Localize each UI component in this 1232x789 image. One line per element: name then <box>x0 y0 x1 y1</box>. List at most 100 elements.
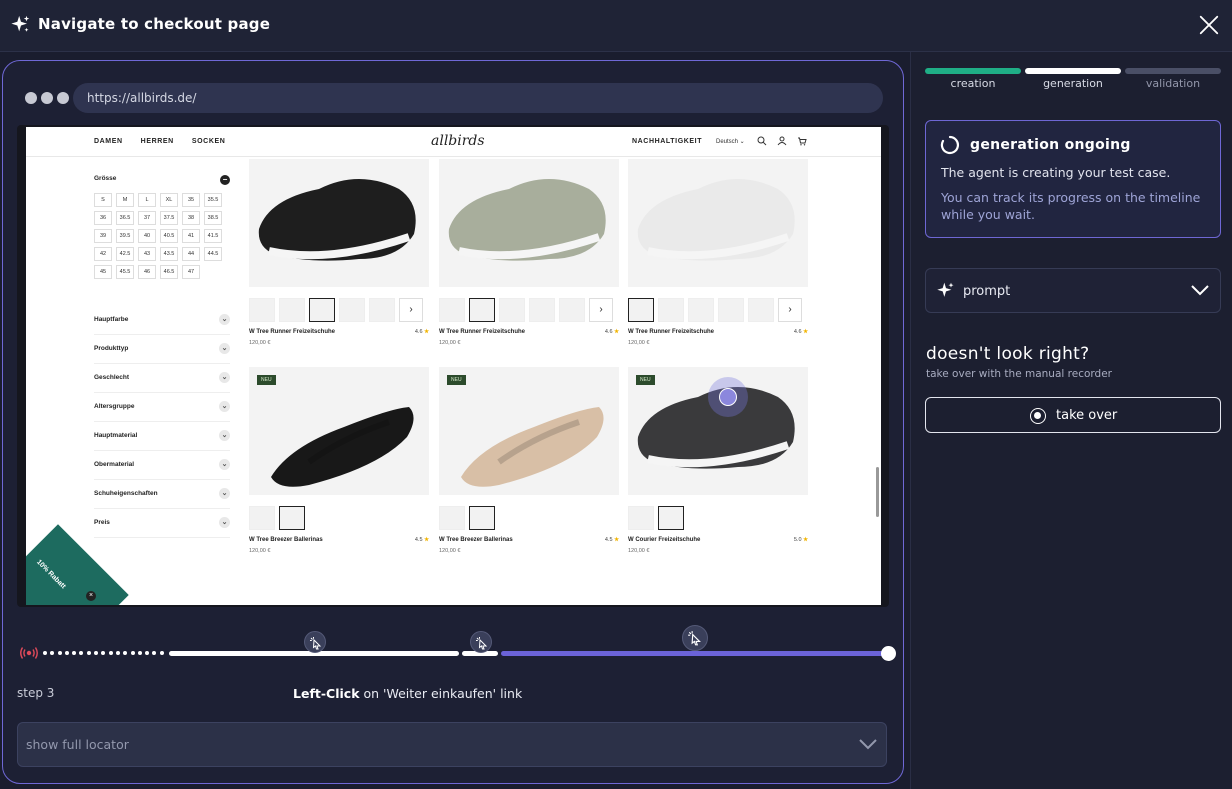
color-swatch[interactable] <box>658 506 684 530</box>
chevron-right-icon[interactable]: › <box>399 298 423 322</box>
size-option[interactable]: 40.5 <box>160 229 178 243</box>
size-option[interactable]: 38.5 <box>204 211 222 225</box>
timeline-active-segment[interactable] <box>501 651 887 656</box>
size-option[interactable]: XL <box>160 193 178 207</box>
nav-link-socken[interactable]: SOCKEN <box>192 138 226 145</box>
timeline-dot[interactable] <box>57 651 62 655</box>
size-option[interactable]: S <box>94 193 112 207</box>
color-swatch[interactable] <box>279 298 305 322</box>
collapse-icon[interactable]: − <box>220 175 230 185</box>
product-name[interactable]: W Tree Breezer Ballerinas <box>249 537 323 543</box>
color-swatch[interactable] <box>718 298 744 322</box>
size-option[interactable]: 38 <box>182 211 200 225</box>
chevron-right-icon[interactable]: › <box>589 298 613 322</box>
filter-facet[interactable]: Hauptmaterial ⌄ <box>94 423 230 451</box>
timeline-dot[interactable] <box>72 651 77 655</box>
nav-link-herren[interactable]: HERREN <box>141 138 174 145</box>
size-option[interactable]: 41.5 <box>204 229 222 243</box>
color-swatch[interactable] <box>249 298 275 322</box>
color-swatch[interactable] <box>658 298 684 322</box>
size-option[interactable]: 43 <box>138 247 156 261</box>
color-swatch[interactable] <box>529 298 555 322</box>
size-option[interactable]: 44 <box>182 247 200 261</box>
cart-icon[interactable] <box>797 136 807 146</box>
color-swatch[interactable] <box>249 506 275 530</box>
take-over-button[interactable]: take over <box>925 397 1221 433</box>
promo-close-icon[interactable]: × <box>86 591 96 601</box>
timeline-dot[interactable] <box>152 651 157 655</box>
product-name[interactable]: W Tree Breezer Ballerinas <box>439 537 513 543</box>
timeline-dot[interactable] <box>94 651 99 655</box>
timeline-dot[interactable] <box>50 651 55 655</box>
show-locator-dropdown[interactable]: show full locator <box>17 722 887 767</box>
product-name[interactable]: W Courier Freizeitschuhe <box>628 537 700 543</box>
timeline-dot[interactable] <box>130 651 135 655</box>
site-logo[interactable]: allbirds <box>431 133 485 149</box>
product-name[interactable]: W Tree Runner Freizeitschuhe <box>439 329 525 335</box>
search-icon[interactable] <box>757 136 767 146</box>
size-option[interactable]: 42.5 <box>116 247 134 261</box>
timeline-dot[interactable] <box>43 651 47 655</box>
timeline-dot[interactable] <box>86 651 91 655</box>
size-option[interactable]: 36.5 <box>116 211 134 225</box>
size-option[interactable]: 35.5 <box>204 193 222 207</box>
account-icon[interactable] <box>777 136 787 146</box>
nav-link-nachhaltigkeit[interactable]: NACHHALTIGKEIT <box>632 138 702 145</box>
size-option[interactable]: M <box>116 193 134 207</box>
size-option[interactable]: 39 <box>94 229 112 243</box>
color-swatch[interactable] <box>628 506 654 530</box>
size-option[interactable]: 42 <box>94 247 112 261</box>
filter-facet[interactable]: Geschlecht ⌄ <box>94 365 230 393</box>
size-option[interactable]: 37 <box>138 211 156 225</box>
size-option[interactable]: 44.5 <box>204 247 222 261</box>
timeline-dot[interactable] <box>108 651 113 655</box>
chevron-right-icon[interactable]: › <box>778 298 802 322</box>
close-icon[interactable] <box>1198 14 1220 36</box>
step-marker-click-icon-current[interactable] <box>682 625 708 651</box>
timeline-dot[interactable] <box>115 651 120 655</box>
color-swatch[interactable] <box>688 298 714 322</box>
timeline-scrubber-handle[interactable] <box>881 646 896 661</box>
size-option[interactable]: 35 <box>182 193 200 207</box>
color-swatch[interactable] <box>439 298 465 322</box>
product-name[interactable]: W Tree Runner Freizeitschuhe <box>628 329 714 335</box>
timeline-dot[interactable] <box>101 651 106 655</box>
language-selector[interactable]: Deutsch ⌄ <box>716 138 745 145</box>
color-swatch[interactable] <box>469 298 495 322</box>
filter-facet[interactable]: Preis ⌄ <box>94 510 230 538</box>
product-image[interactable]: NEU <box>439 367 619 495</box>
color-swatch[interactable] <box>469 506 495 530</box>
size-option[interactable]: 40 <box>138 229 156 243</box>
product-image[interactable] <box>249 159 429 287</box>
filter-facet[interactable]: Hauptfarbe ⌄ <box>94 307 230 335</box>
color-swatch[interactable] <box>369 298 395 322</box>
size-option[interactable]: 46 <box>138 265 156 279</box>
step-marker-click-icon[interactable] <box>470 631 492 653</box>
size-option[interactable]: 36 <box>94 211 112 225</box>
product-name[interactable]: W Tree Runner Freizeitschuhe <box>249 329 335 335</box>
size-option[interactable]: 45 <box>94 265 112 279</box>
timeline-dot[interactable] <box>64 651 69 655</box>
color-swatch[interactable] <box>309 298 335 322</box>
filter-facet[interactable]: Altersgruppe ⌄ <box>94 394 230 422</box>
color-swatch[interactable] <box>339 298 365 322</box>
color-swatch[interactable] <box>499 298 525 322</box>
timeline-dot[interactable] <box>145 651 150 655</box>
product-image[interactable] <box>628 159 808 287</box>
step-marker-click-icon[interactable] <box>304 631 326 653</box>
color-swatch[interactable] <box>279 506 305 530</box>
filter-facet[interactable]: Produkttyp ⌄ <box>94 336 230 364</box>
size-option[interactable]: 37.5 <box>160 211 178 225</box>
nav-link-damen[interactable]: DAMEN <box>94 138 123 145</box>
timeline-dot[interactable] <box>123 651 128 655</box>
color-swatch[interactable] <box>628 298 654 322</box>
size-option[interactable]: 43.5 <box>160 247 178 261</box>
size-option[interactable]: 46.5 <box>160 265 178 279</box>
size-option[interactable]: 41 <box>182 229 200 243</box>
color-swatch[interactable] <box>559 298 585 322</box>
color-swatch[interactable] <box>439 506 465 530</box>
timeline-dot[interactable] <box>79 651 84 655</box>
prompt-dropdown[interactable]: prompt <box>925 268 1221 313</box>
filter-facet[interactable]: Obermaterial ⌄ <box>94 452 230 480</box>
timeline-dot[interactable] <box>137 651 142 655</box>
